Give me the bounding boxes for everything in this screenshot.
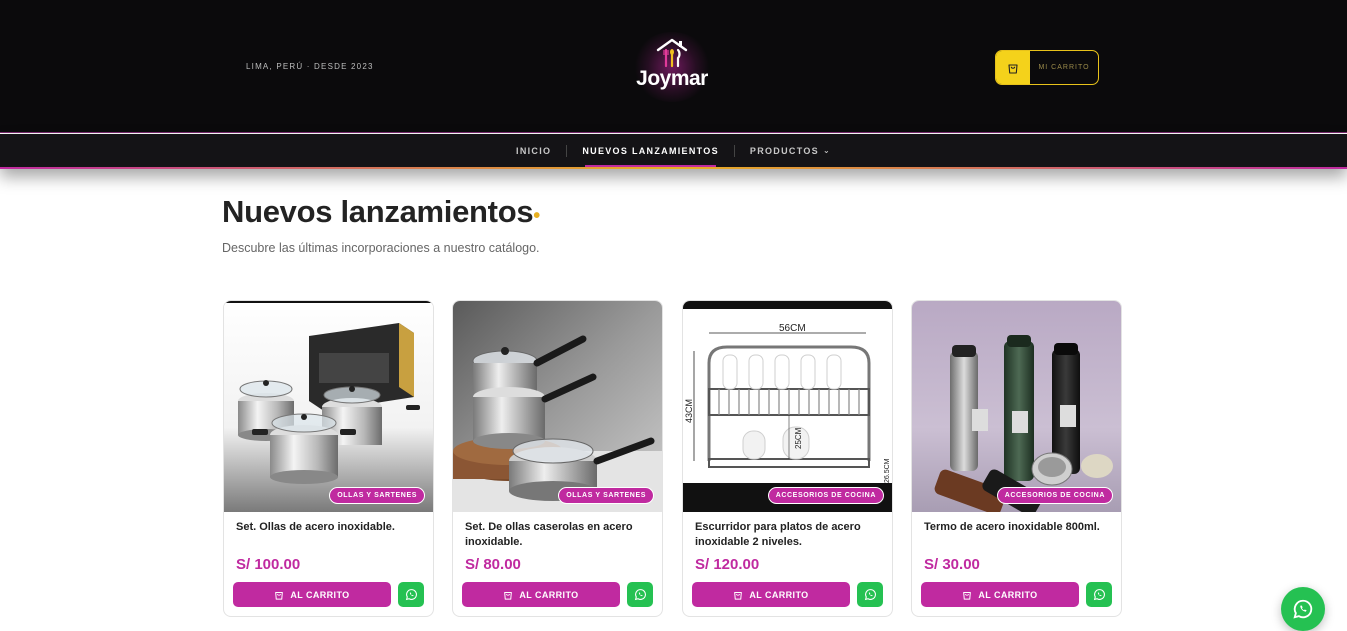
dimension-small: 26.5CM — [884, 458, 891, 483]
product-price: S/ 80.00 — [465, 556, 521, 573]
nav-item-productos[interactable]: PRODUCTOS ⌄ — [735, 134, 846, 167]
product-card[interactable]: 56CM 43CM 25CM 26.5CM ACCESORIOS DE COCI… — [682, 300, 893, 617]
cart-button[interactable]: MI CARRITO — [995, 50, 1099, 85]
dimension-height: 43CM — [684, 399, 694, 423]
product-name: Set. De ollas caserolas en acero inoxida… — [465, 521, 633, 548]
whatsapp-icon — [1293, 599, 1313, 619]
cart-button-label: MI CARRITO — [1038, 64, 1090, 71]
dimension-width: 56CM — [779, 323, 806, 334]
nav-label: INICIO — [516, 145, 552, 156]
category-badge: OLLAS Y SARTENES — [558, 487, 654, 504]
whatsapp-icon — [864, 589, 876, 601]
category-badge: ACCESORIOS DE COCINA — [767, 487, 884, 504]
add-to-cart-button[interactable]: AL CARRITO — [692, 582, 850, 607]
page-title-text: Nuevos lanzamientos — [222, 194, 534, 229]
category-badge: ACCESORIOS DE COCINA — [996, 487, 1113, 504]
product-name: Set. Ollas de acero inoxidable. — [236, 521, 395, 533]
page-subtitle: Descubre las últimas incorporaciones a n… — [222, 241, 540, 255]
product-image — [453, 301, 662, 512]
product-card[interactable]: ACCESORIOS DE COCINA Termo de acero inox… — [911, 300, 1122, 617]
add-to-cart-button[interactable]: AL CARRITO — [462, 582, 620, 607]
add-to-cart-label: AL CARRITO — [978, 589, 1038, 600]
title-accent-dot: • — [533, 205, 540, 227]
product-name: Termo de acero inoxidable 800ml. — [924, 521, 1100, 533]
add-to-cart-label: AL CARRITO — [749, 589, 809, 600]
nav-label: PRODUCTOS — [749, 145, 819, 156]
shopping-bag-icon — [996, 51, 1030, 84]
add-to-cart-label: AL CARRITO — [519, 589, 579, 600]
whatsapp-icon — [1093, 589, 1105, 601]
whatsapp-button[interactable] — [627, 582, 653, 607]
product-card[interactable]: OLLAS Y SARTENES Set. Ollas de acero ino… — [223, 300, 434, 617]
whatsapp-icon — [405, 589, 417, 601]
shopping-bag-icon — [963, 591, 972, 600]
whatsapp-icon — [634, 589, 646, 601]
add-to-cart-button[interactable]: AL CARRITO — [233, 582, 391, 607]
brand-name: Joymar — [636, 67, 708, 90]
product-image — [224, 301, 433, 512]
whatsapp-button[interactable] — [398, 582, 424, 607]
main-nav: INICIO NUEVOS LANZAMIENTOS PRODUCTOS ⌄ — [0, 134, 1347, 169]
nav-item-nuevos-lanzamientos[interactable]: NUEVOS LANZAMIENTOS — [567, 134, 734, 167]
nav-label: NUEVOS LANZAMIENTOS — [582, 145, 719, 156]
dimension-inner: 25CM — [794, 427, 803, 449]
location-tagline: LIMA, PERÚ · DESDE 2023 — [246, 62, 374, 71]
brand-logo[interactable]: Joymar — [622, 32, 722, 102]
nav-item-inicio[interactable]: INICIO — [501, 134, 566, 167]
house-utensils-icon — [656, 38, 688, 68]
category-badge: OLLAS Y SARTENES — [329, 487, 425, 504]
whatsapp-floating-button[interactable] — [1281, 587, 1325, 631]
top-header: LIMA, PERÚ · DESDE 2023 Joymar MI CARRIT… — [0, 0, 1347, 133]
product-price: S/ 30.00 — [924, 556, 980, 573]
whatsapp-button[interactable] — [857, 582, 883, 607]
add-to-cart-label: AL CARRITO — [290, 589, 350, 600]
shopping-bag-icon — [504, 591, 513, 600]
add-to-cart-button[interactable]: AL CARRITO — [921, 582, 1079, 607]
page-title: Nuevos lanzamientos• — [222, 194, 540, 230]
product-card[interactable]: OLLAS Y SARTENES Set. De ollas caserolas… — [452, 300, 663, 617]
shopping-bag-icon — [275, 591, 284, 600]
product-name: Escurridor para platos de acero inoxidab… — [695, 521, 861, 548]
whatsapp-button[interactable] — [1086, 582, 1112, 607]
shopping-bag-icon — [734, 591, 743, 600]
product-price: S/ 100.00 — [236, 556, 301, 573]
product-image: 56CM 43CM 25CM 26.5CM — [683, 301, 892, 512]
chevron-down-icon: ⌄ — [822, 146, 831, 155]
product-price: S/ 120.00 — [695, 556, 760, 573]
product-image — [912, 301, 1121, 512]
